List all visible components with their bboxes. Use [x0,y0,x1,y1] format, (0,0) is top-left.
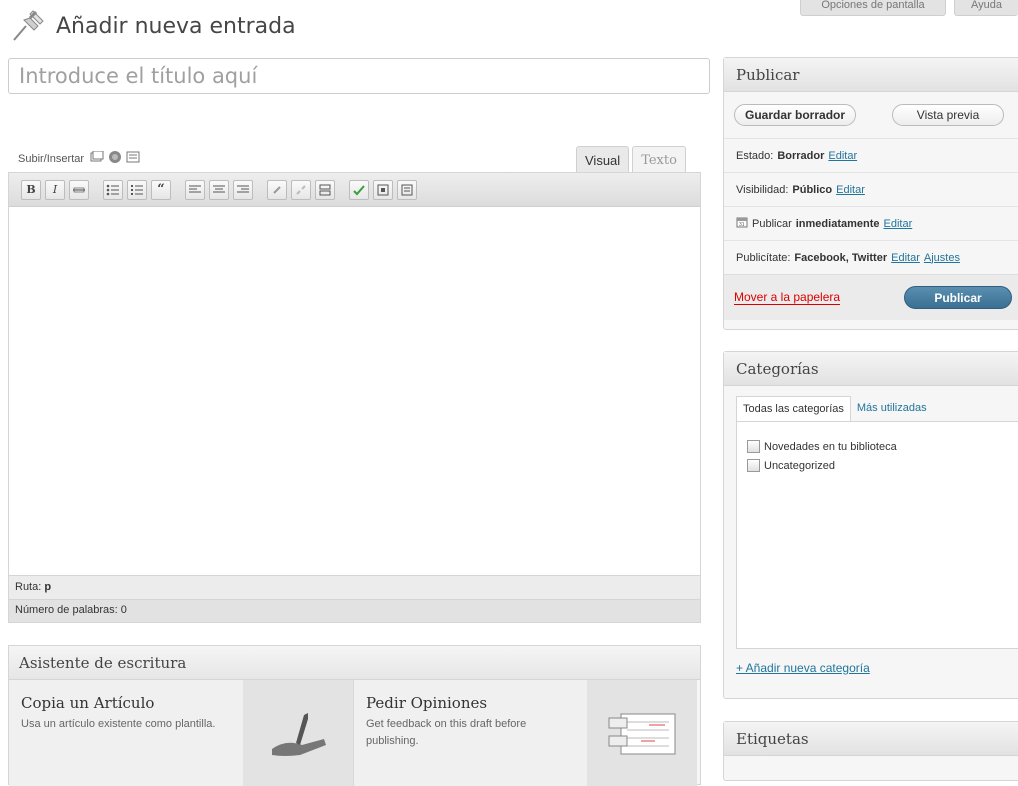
list-item: Novedades en tu biblioteca [747,440,1011,453]
publicize-label: Publicítate: [736,251,791,264]
edit-visibility-link[interactable]: Editar [836,184,865,196]
path-label: Ruta: [15,581,42,593]
publicize-value: Facebook, Twitter [794,251,888,264]
edit-status-link[interactable]: Editar [828,150,857,162]
svg-text:31: 31 [739,222,745,228]
add-image-icon[interactable] [90,150,104,166]
fullscreen-icon[interactable] [373,179,393,200]
visibility-row: Visibilidad: Público Editar [724,172,1018,206]
schedule-value: inmediatamente [795,217,880,230]
word-count-label: Número de palabras: [15,604,118,616]
schedule-label: Publicar [752,217,792,230]
publicize-row: Publicítate: Facebook, Twitter Editar Aj… [724,240,1018,274]
assistant-cards: Copia un Artículo Usa un artículo existe… [9,680,700,786]
italic-icon[interactable]: I [45,179,65,200]
page-header: Añadir nueva entrada [10,8,296,45]
assistant-card-feedback[interactable]: Pedir Opiniones Get feedback on this dra… [353,680,697,786]
align-right-icon[interactable] [233,179,253,200]
edit-schedule-link[interactable]: Editar [884,218,913,230]
bullet-list-icon[interactable] [103,179,123,200]
category-checkbox[interactable] [747,440,760,453]
category-tabs: Todas las categorías Más utilizadas [724,386,1018,421]
path-bar: Ruta: p [9,576,700,600]
assistant-card-text: Pedir Opiniones Get feedback on this dra… [354,680,587,786]
align-center-icon[interactable] [209,179,229,200]
assistant-card-desc: Get feedback on this draft before publis… [366,718,527,747]
category-checkbox[interactable] [747,459,760,472]
numbered-list-icon[interactable] [127,179,147,200]
preview-button[interactable]: Vista previa [892,104,1005,126]
schedule-row: 31 Publicar inmediatamente Editar [724,206,1018,240]
writing-assistant-box: Asistente de escritura Copia un Artículo… [8,645,701,786]
assistant-card-desc: Usa un artículo existente como plantilla… [21,718,216,730]
assistant-card-copy[interactable]: Copia un Artículo Usa un artículo existe… [9,680,353,786]
publish-box: Publicar Guardar borrador Vista previa E… [723,57,1018,330]
tab-most-used[interactable]: Más utilizadas [851,396,933,421]
unlink-icon[interactable] [291,179,311,200]
help-tab[interactable]: Ayuda [954,0,1018,16]
save-draft-button[interactable]: Guardar borrador [734,104,857,126]
publicize-settings-link[interactable]: Ajustes [924,252,960,264]
edit-publicize-link[interactable]: Editar [891,252,920,264]
media-icons [90,150,140,167]
tab-text[interactable]: Texto [632,146,686,173]
editor-tabs: Visual Texto [576,146,686,173]
publish-button[interactable]: Publicar [904,286,1012,309]
align-left-icon[interactable] [185,179,205,200]
assistant-card-text: Copia un Artículo Usa un artículo existe… [9,680,243,786]
word-count-value: 0 [120,604,127,616]
path-value[interactable]: p [44,581,51,593]
upload-insert-label: Subir/Insertar [18,152,85,165]
status-value: Borrador [777,149,825,162]
more-tag-icon[interactable] [315,179,335,200]
link-icon[interactable] [267,179,287,200]
category-list: Novedades en tu biblioteca Uncategorized [736,421,1018,649]
visibility-label: Visibilidad: [736,183,789,196]
kitchen-sink-icon[interactable] [397,179,417,200]
screen-options-tab[interactable]: Opciones de pantalla [800,0,946,16]
publish-actions: Mover a la papelera Publicar [724,274,1018,320]
screen-tabs: Opciones de pantalla Ayuda [800,0,1018,16]
categories-box-title[interactable]: Categorías [724,352,1018,386]
add-category-link[interactable]: + Añadir nueva categoría [724,649,1018,687]
editor-toolbar: B I “ [9,173,700,207]
calendar-icon: 31 [736,216,748,231]
publish-top-buttons: Guardar borrador Vista previa [724,92,1018,138]
category-label: Novedades en tu biblioteca [764,440,897,453]
bold-icon[interactable]: B [21,179,41,200]
page-title: Añadir nueva entrada [56,14,296,39]
writing-assistant-title[interactable]: Asistente de escritura [9,646,700,680]
tab-visual[interactable]: Visual [576,146,630,173]
move-to-trash-link[interactable]: Mover a la papelera [734,290,841,305]
add-media-icon[interactable] [108,150,122,167]
blockquote-icon[interactable]: “ [151,179,171,200]
editor-content-area[interactable] [9,207,700,576]
document-review-icon [587,680,697,786]
visibility-value: Público [792,183,833,196]
category-label: Uncategorized [764,459,835,472]
add-form-icon[interactable] [126,151,140,166]
categories-box: Categorías Todas las categorías Más util… [723,351,1018,699]
tags-box-title[interactable]: Etiquetas [724,722,1018,756]
spellcheck-icon[interactable] [349,179,369,200]
assistant-card-title: Copia un Artículo [21,694,155,712]
strikethrough-icon[interactable] [69,179,89,200]
word-count-bar: Número de palabras: 0 [9,600,700,622]
media-buttons: Subir/Insertar [18,150,140,167]
status-label: Estado: [736,149,774,162]
tags-box: Etiquetas [723,721,1018,781]
publish-box-title[interactable]: Publicar [724,58,1018,92]
list-item: Uncategorized [747,459,1011,472]
pushpin-icon [10,8,46,45]
post-editor: B I “ Ruta: p Número de palabras: 0 [8,172,701,623]
assistant-card-title: Pedir Opiniones [366,694,488,712]
status-row: Estado: Borrador Editar [724,138,1018,172]
pen-hand-icon [243,680,353,786]
post-title-input[interactable] [8,58,710,94]
tab-all-categories[interactable]: Todas las categorías [736,396,851,421]
